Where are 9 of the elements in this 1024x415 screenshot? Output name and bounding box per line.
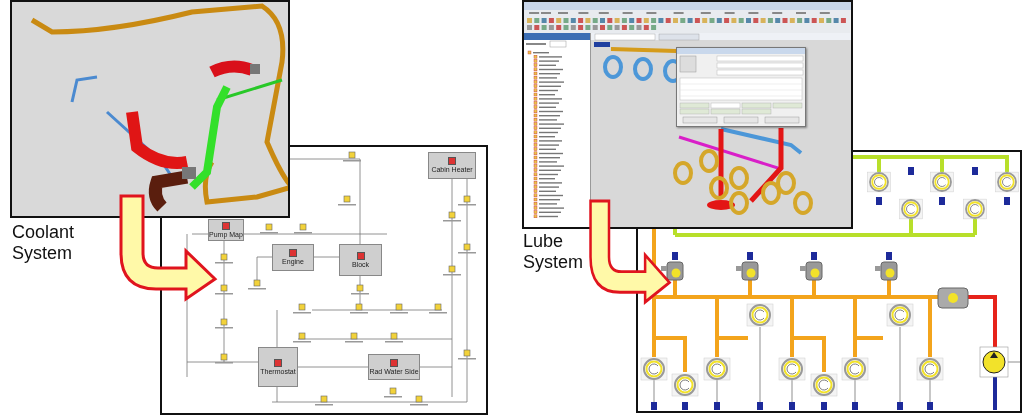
- component-icon: [448, 157, 456, 165]
- component-icon: [289, 249, 297, 257]
- toolbar-icons-drawing[interactable]: [524, 10, 850, 33]
- component-icon: [356, 251, 365, 260]
- system-caption: Lube System: [523, 231, 584, 273]
- component-icon: [390, 358, 398, 367]
- component-icon: [222, 221, 230, 230]
- system-caption: Coolant System: [12, 222, 76, 264]
- component-icon: [274, 358, 282, 367]
